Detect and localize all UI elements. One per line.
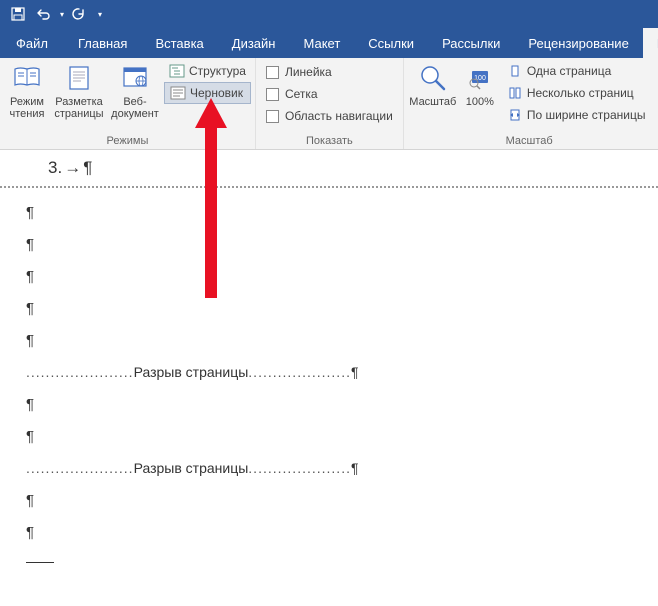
draft-button[interactable]: Черновик <box>164 82 251 104</box>
gridlines-checkbox[interactable]: Сетка <box>266 84 393 104</box>
tab-design[interactable]: Дизайн <box>218 28 290 58</box>
zoom-label: Масштаб <box>409 96 456 108</box>
paragraph-mark-icon: ¶ <box>26 300 34 317</box>
web-layout-label: Веб- документ <box>111 96 159 120</box>
empty-paragraph: ¶ <box>0 484 658 516</box>
navpane-checkbox[interactable]: Область навигации <box>266 106 393 126</box>
save-button[interactable] <box>6 2 30 26</box>
paragraph-mark-icon: ¶ <box>26 204 34 221</box>
zoom-button[interactable]: Масштаб <box>408 60 458 110</box>
paragraph-mark-icon: ¶ <box>26 428 34 445</box>
paragraph-mark-icon: ¶ <box>26 268 34 285</box>
page-width-icon <box>507 107 523 123</box>
empty-paragraph: ¶ <box>0 324 658 356</box>
checkbox-icon <box>266 66 279 79</box>
outline-label: Структура <box>189 64 246 78</box>
page-width-label: По ширине страницы <box>527 108 646 122</box>
empty-paragraph: ¶ <box>0 516 658 548</box>
checkbox-icon <box>266 88 279 101</box>
zoom-100-button[interactable]: 100 100% <box>460 60 500 110</box>
quick-access-toolbar: ▾ ▾ <box>0 0 658 28</box>
empty-paragraph: ¶ <box>0 260 658 292</box>
print-layout-icon <box>63 62 95 94</box>
paragraph-mark-icon: ¶ <box>83 158 92 178</box>
tab-references[interactable]: Ссылки <box>354 28 428 58</box>
paragraph-mark-icon: ¶ <box>26 332 34 349</box>
outline-button[interactable]: Структура <box>164 60 251 82</box>
group-zoom: Масштаб 100 100% Одна страница Несколько… <box>404 58 655 149</box>
page-width-button[interactable]: По ширине страницы <box>502 104 651 126</box>
tab-insert[interactable]: Вставка <box>141 28 217 58</box>
one-page-label: Одна страница <box>527 64 611 78</box>
draft-label: Черновик <box>190 86 243 100</box>
tab-layout[interactable]: Макет <box>289 28 354 58</box>
print-layout-button[interactable]: Разметка страницы <box>52 60 106 122</box>
one-page-icon <box>507 63 523 79</box>
tab-mailings[interactable]: Рассылки <box>428 28 514 58</box>
redo-button[interactable] <box>66 2 90 26</box>
web-layout-icon <box>119 62 151 94</box>
outline-icon <box>169 63 185 79</box>
read-mode-button[interactable]: Режим чтения <box>4 60 50 122</box>
print-layout-label: Разметка страницы <box>54 96 103 120</box>
ribbon-tabs: Файл Главная Вставка Дизайн Макет Ссылки… <box>0 28 658 58</box>
multi-page-label: Несколько страниц <box>527 86 634 100</box>
section-separator <box>0 186 658 188</box>
empty-paragraph: ¶ <box>0 196 658 228</box>
empty-paragraph: ¶ <box>0 388 658 420</box>
paragraph-mark-icon: ¶ <box>26 492 34 509</box>
checkbox-icon <box>266 110 279 123</box>
ribbon-content: Режим чтения Разметка страницы Веб- доку… <box>0 58 658 150</box>
empty-paragraph: ¶ <box>0 420 658 452</box>
paragraph-mark-icon: ¶ <box>26 524 34 541</box>
empty-paragraph: ¶ <box>0 292 658 324</box>
draft-icon <box>170 85 186 101</box>
group-zoom-label: Масштаб <box>408 133 651 149</box>
read-mode-label: Режим чтения <box>10 96 45 120</box>
paragraph-mark-icon: ¶ <box>26 236 34 253</box>
multi-page-icon <box>507 85 523 101</box>
tab-file[interactable]: Файл <box>0 28 64 58</box>
group-views-label: Режимы <box>4 133 251 149</box>
one-page-button[interactable]: Одна страница <box>502 60 651 82</box>
multi-page-button[interactable]: Несколько страниц <box>502 82 651 104</box>
empty-paragraph: ¶ <box>0 228 658 260</box>
ruler-label: Линейка <box>285 65 332 79</box>
paragraph-mark-icon: ¶ <box>26 396 34 413</box>
web-layout-button[interactable]: Веб- документ <box>108 60 162 122</box>
page-break-marker: ......................Разрыв страницы...… <box>0 458 658 478</box>
ruler-checkbox[interactable]: Линейка <box>266 62 393 82</box>
paragraph-mark-icon: ¶ <box>351 364 359 380</box>
gridlines-label: Сетка <box>285 87 318 101</box>
footnote-separator <box>26 562 54 563</box>
group-show-label: Показать <box>260 133 399 149</box>
undo-button[interactable] <box>32 2 56 26</box>
page-break-marker: ......................Разрыв страницы...… <box>0 362 658 382</box>
navpane-label: Область навигации <box>285 109 393 123</box>
group-show: Линейка Сетка Область навигации Показать <box>256 58 404 149</box>
qat-customize-icon[interactable]: ▾ <box>98 10 102 19</box>
zoom-100-label: 100% <box>466 96 494 108</box>
read-mode-icon <box>11 62 43 94</box>
undo-dropdown-icon[interactable]: ▾ <box>60 10 64 19</box>
zoom-icon <box>417 62 449 94</box>
tab-home[interactable]: Главная <box>64 28 141 58</box>
tab-view[interactable]: Вид <box>643 28 658 58</box>
document-area[interactable]: 3.→¶ ¶ ¶ ¶ ¶ ¶ ......................Раз… <box>0 150 658 563</box>
tab-review[interactable]: Рецензирование <box>514 28 642 58</box>
svg-text:100: 100 <box>474 75 486 82</box>
zoom-100-icon: 100 <box>464 62 496 94</box>
paragraph-mark-icon: ¶ <box>351 460 359 476</box>
group-views: Режим чтения Разметка страницы Веб- доку… <box>0 58 256 149</box>
numbered-line: 3.→¶ <box>0 158 658 178</box>
